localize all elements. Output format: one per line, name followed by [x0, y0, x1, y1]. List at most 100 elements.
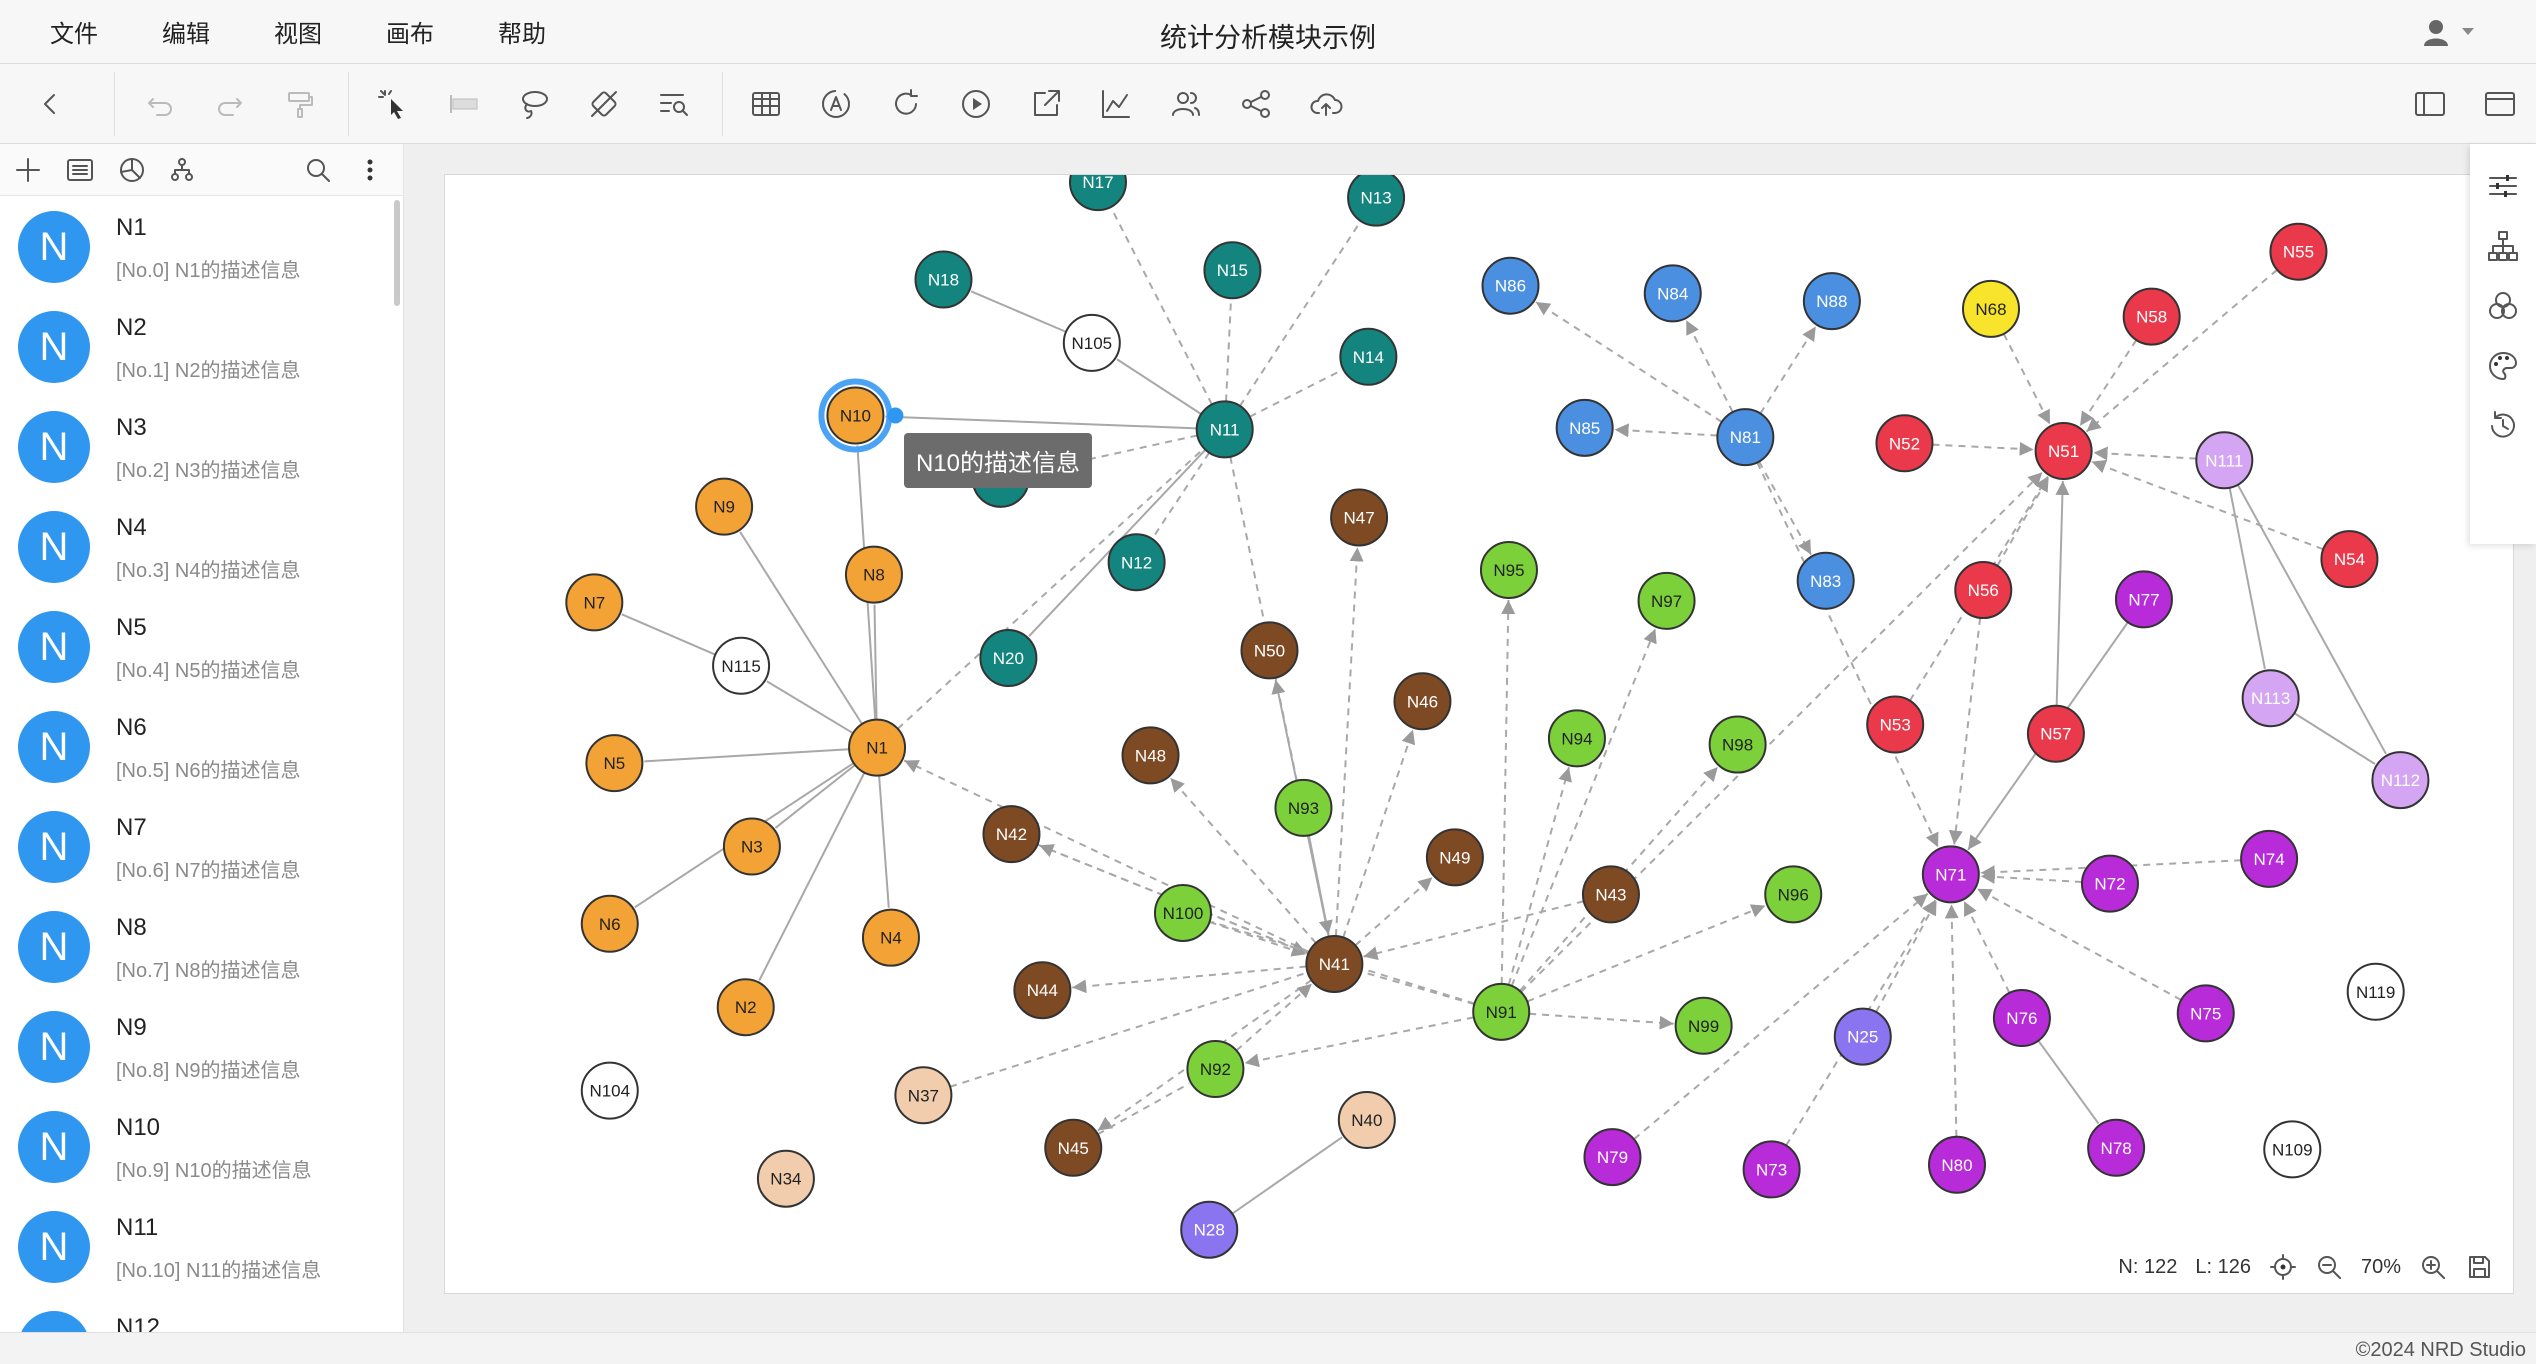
- graph-edge[interactable]: [1342, 729, 1416, 938]
- graph-node[interactable]: N17: [1068, 175, 1127, 212]
- graph-node[interactable]: N42: [982, 805, 1041, 864]
- graph-node[interactable]: N11: [1195, 400, 1254, 459]
- graph-node[interactable]: N81: [1716, 408, 1775, 467]
- graph-node[interactable]: N80: [1928, 1135, 1987, 1194]
- graph-node[interactable]: N84: [1643, 264, 1702, 323]
- graph-node[interactable]: N71: [1921, 845, 1980, 904]
- graph-edge[interactable]: [2055, 480, 2070, 706]
- graph-node[interactable]: N94: [1547, 709, 1606, 768]
- graph-edge[interactable]: [758, 772, 866, 981]
- graph-node[interactable]: N10: [818, 378, 904, 453]
- graph-node[interactable]: N41: [1305, 934, 1364, 993]
- graph-node[interactable]: N47: [1330, 488, 1389, 547]
- expand-node-icon[interactable]: [887, 407, 904, 424]
- graph-edge[interactable]: [1225, 300, 1232, 402]
- graph-node[interactable]: N53: [1866, 695, 1925, 754]
- graph-edge[interactable]: [1110, 208, 1213, 405]
- list-item[interactable]: N N2 [No.1] N2的描述信息: [0, 296, 403, 396]
- layout-window-button[interactable]: [2478, 82, 2522, 126]
- graph-node[interactable]: N40: [1337, 1090, 1396, 1149]
- graph-node[interactable]: N9: [695, 477, 754, 536]
- graph-edge[interactable]: [1948, 617, 1982, 845]
- graph-node[interactable]: N8: [844, 545, 903, 604]
- graph-node[interactable]: N112: [2371, 751, 2430, 810]
- list-item[interactable]: N N7 [No.6] N7的描述信息: [0, 796, 403, 896]
- graph-edge[interactable]: [739, 531, 863, 725]
- graph-edge[interactable]: [621, 613, 716, 656]
- menu-file[interactable]: 文件: [50, 14, 98, 49]
- graph-node[interactable]: N54: [2320, 530, 2379, 589]
- graph-edge[interactable]: [2037, 1040, 2100, 1125]
- graph-node[interactable]: N3: [722, 817, 781, 876]
- graph-node[interactable]: N45: [1044, 1118, 1103, 1177]
- graph-node[interactable]: N55: [2269, 222, 2328, 281]
- graph-edge[interactable]: [1529, 1012, 1674, 1030]
- graph-node[interactable]: N83: [1796, 551, 1855, 610]
- graph-node[interactable]: N96: [1764, 865, 1823, 924]
- sidebar-scrollbar[interactable]: [394, 200, 400, 306]
- locate-icon[interactable]: [2269, 1253, 2297, 1281]
- graph-node[interactable]: N79: [1583, 1128, 1642, 1187]
- graph-node[interactable]: N68: [1962, 279, 2020, 338]
- lasso-button[interactable]: [512, 82, 556, 126]
- graph-node[interactable]: N105: [1062, 313, 1121, 372]
- graph-node[interactable]: N97: [1637, 571, 1696, 630]
- graph-node[interactable]: N14: [1339, 327, 1398, 386]
- redo-button[interactable]: [208, 82, 252, 126]
- graph-edge[interactable]: [1963, 900, 2011, 994]
- clear-button[interactable]: [582, 82, 626, 126]
- graph-edge[interactable]: [1932, 441, 2034, 456]
- graph-edge[interactable]: [1231, 1136, 1343, 1215]
- graph-edge[interactable]: [1235, 983, 1313, 1052]
- graph-edge[interactable]: [644, 748, 850, 763]
- refresh-button[interactable]: [884, 82, 928, 126]
- layout-left-button[interactable]: [2408, 82, 2452, 126]
- graph-node[interactable]: N92: [1186, 1040, 1245, 1099]
- graph-edge[interactable]: [903, 759, 1310, 953]
- graph-node[interactable]: N113: [2241, 669, 2300, 728]
- graph-node[interactable]: N15: [1203, 241, 1262, 300]
- graph-node[interactable]: N75: [2176, 984, 2235, 1043]
- graph-edge[interactable]: [1535, 301, 1723, 423]
- graph-node[interactable]: N73: [1742, 1140, 1801, 1199]
- graph-edge[interactable]: [2093, 446, 2197, 461]
- graph-node[interactable]: N109: [2263, 1120, 2322, 1179]
- graph-node[interactable]: N1: [848, 718, 907, 777]
- graph-edge[interactable]: [1996, 476, 2050, 567]
- list-item[interactable]: N N11 [No.10] N11的描述信息: [0, 1196, 403, 1296]
- menu-help[interactable]: 帮助: [498, 14, 546, 49]
- list-item[interactable]: N N8 [No.7] N8的描述信息: [0, 896, 403, 996]
- graph-node[interactable]: N85: [1555, 398, 1614, 457]
- format-painter-button[interactable]: [278, 82, 322, 126]
- graph-node[interactable]: N78: [2087, 1118, 2146, 1177]
- graph-edge[interactable]: [2002, 333, 2051, 425]
- graph-node[interactable]: N13: [1347, 175, 1406, 227]
- more-button[interactable]: [350, 152, 390, 188]
- text-button[interactable]: [814, 82, 858, 126]
- graph-edge[interactable]: [1500, 599, 1516, 984]
- graph-node[interactable]: N100: [1153, 883, 1212, 942]
- graph-edge[interactable]: [1976, 887, 2182, 1001]
- graph-node[interactable]: N18: [914, 250, 973, 309]
- graph-node[interactable]: N72: [2080, 854, 2139, 913]
- graph-node[interactable]: N51: [2034, 422, 2093, 481]
- graph-node[interactable]: N56: [1954, 561, 2013, 620]
- chart-button[interactable]: [1094, 82, 1138, 126]
- graph-node[interactable]: N34: [756, 1149, 815, 1208]
- list-item[interactable]: N N1 [No.0] N1的描述信息: [0, 196, 403, 296]
- graph-node[interactable]: N20: [979, 629, 1038, 688]
- graph-node[interactable]: N104: [580, 1061, 639, 1120]
- graph-node[interactable]: N115: [712, 636, 771, 695]
- graph-node[interactable]: N86: [1481, 256, 1540, 315]
- graph-node[interactable]: N44: [1013, 961, 1072, 1020]
- graph-edge[interactable]: [970, 290, 1067, 333]
- list-item[interactable]: N N12: [0, 1296, 403, 1332]
- back-button[interactable]: [28, 82, 72, 126]
- list-item[interactable]: N N5 [No.4] N5的描述信息: [0, 596, 403, 696]
- graph-node[interactable]: N74: [2240, 829, 2299, 888]
- tree-view-button[interactable]: [162, 152, 202, 188]
- graph-edge[interactable]: [1354, 876, 1434, 947]
- graph-edge[interactable]: [1510, 628, 1657, 987]
- select-button[interactable]: [372, 82, 416, 126]
- save-icon[interactable]: [2465, 1253, 2493, 1281]
